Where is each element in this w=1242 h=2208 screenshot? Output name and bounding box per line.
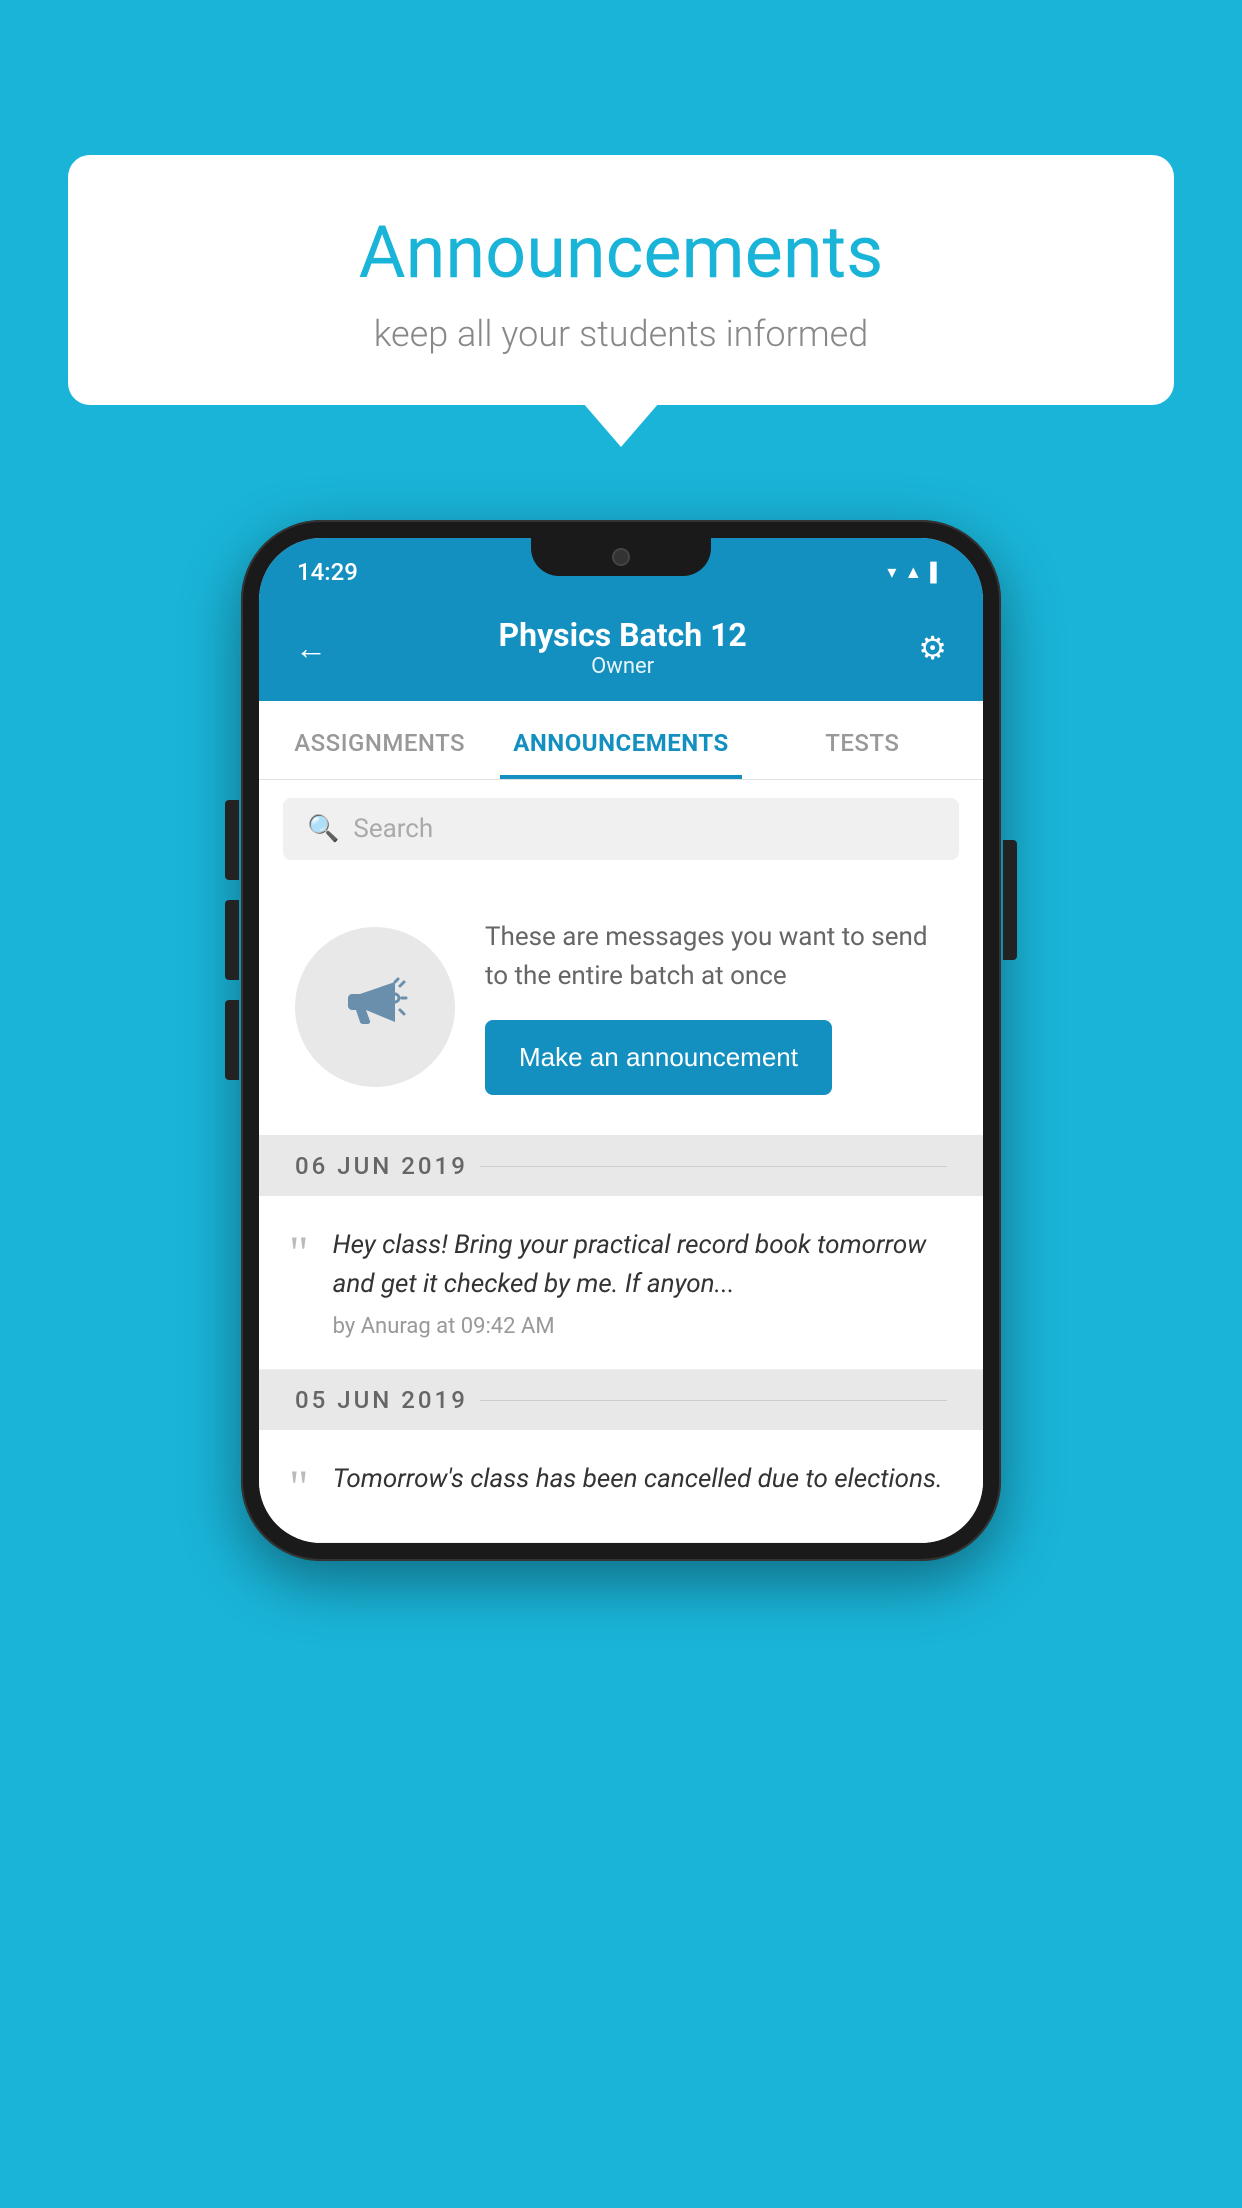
announcement-item-2[interactable]: " Tomorrow's class has been cancelled du…	[259, 1430, 983, 1543]
tab-tests[interactable]: TESTS	[742, 701, 983, 779]
signal-icon: ▲	[904, 562, 922, 583]
promo-content: These are messages you want to send to t…	[485, 918, 947, 1095]
front-camera	[612, 548, 630, 566]
announcement-content-1: Hey class! Bring your practical record b…	[333, 1226, 947, 1339]
announcement-meta-1: by Anurag at 09:42 AM	[333, 1314, 947, 1339]
header-title-group: Physics Batch 12 Owner	[499, 616, 747, 679]
announcement-content-2: Tomorrow's class has been cancelled due …	[333, 1460, 947, 1509]
megaphone-icon	[340, 964, 410, 1050]
content-area: 🔍 Search	[259, 780, 983, 1543]
tab-bar: ASSIGNMENTS ANNOUNCEMENTS TESTS	[259, 701, 983, 780]
announcement-promo: These are messages you want to send to t…	[259, 878, 983, 1136]
phone-screen: 14:29 ▾ ▲ ▌ ← Physics Batch 12 Owner ⚙	[259, 538, 983, 1543]
search-bar: 🔍 Search	[259, 780, 983, 878]
status-time: 14:29	[297, 558, 358, 586]
speech-bubble: Announcements keep all your students inf…	[68, 155, 1174, 405]
tab-assignments[interactable]: ASSIGNMENTS	[259, 701, 500, 779]
header-subtitle: Owner	[499, 654, 747, 679]
search-input-wrapper[interactable]: 🔍 Search	[283, 798, 959, 860]
announcement-item-1[interactable]: " Hey class! Bring your practical record…	[259, 1196, 983, 1370]
header-title: Physics Batch 12	[499, 616, 747, 654]
search-icon: 🔍	[307, 814, 339, 844]
date-separator-text-2: 05 JUN 2019	[295, 1386, 468, 1414]
phone-outer: 14:29 ▾ ▲ ▌ ← Physics Batch 12 Owner ⚙	[241, 520, 1001, 1561]
promo-icon-circle	[295, 927, 455, 1087]
promo-description: These are messages you want to send to t…	[485, 918, 947, 996]
date-separator-line-2	[480, 1400, 947, 1401]
status-icons: ▾ ▲ ▌	[887, 562, 943, 583]
back-button[interactable]: ←	[295, 629, 327, 667]
quote-icon-1: "	[289, 1230, 309, 1278]
speech-bubble-container: Announcements keep all your students inf…	[68, 155, 1174, 405]
tab-announcements[interactable]: ANNOUNCEMENTS	[500, 701, 741, 779]
wifi-icon: ▾	[887, 562, 896, 583]
announcement-text-1: Hey class! Bring your practical record b…	[333, 1226, 947, 1304]
date-separator-1: 06 JUN 2019	[259, 1136, 983, 1196]
phone-mockup: 14:29 ▾ ▲ ▌ ← Physics Batch 12 Owner ⚙	[241, 520, 1001, 1561]
battery-icon: ▌	[930, 562, 943, 583]
settings-icon[interactable]: ⚙	[918, 629, 947, 667]
date-separator-2: 05 JUN 2019	[259, 1370, 983, 1430]
bubble-subtitle: keep all your students informed	[128, 313, 1114, 355]
quote-icon-2: "	[289, 1464, 309, 1512]
date-separator-line-1	[480, 1166, 947, 1167]
make-announcement-button[interactable]: Make an announcement	[485, 1020, 832, 1095]
search-placeholder: Search	[353, 814, 433, 844]
app-header: ← Physics Batch 12 Owner ⚙	[259, 598, 983, 701]
announcement-text-2: Tomorrow's class has been cancelled due …	[333, 1460, 947, 1499]
bubble-title: Announcements	[128, 210, 1114, 295]
date-separator-text-1: 06 JUN 2019	[295, 1152, 468, 1180]
phone-notch	[531, 538, 711, 576]
